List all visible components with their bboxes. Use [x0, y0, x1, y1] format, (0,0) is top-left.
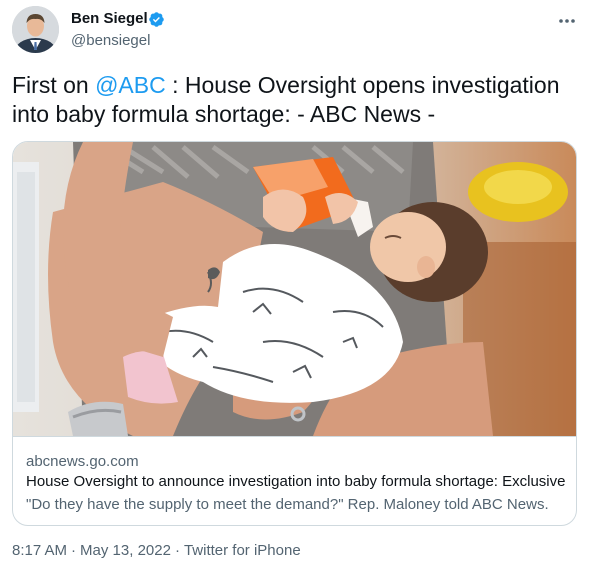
separator-dot: ·: [71, 542, 77, 559]
avatar-photo: [12, 6, 59, 53]
author-avatar[interactable]: [12, 6, 59, 53]
mention-link[interactable]: @ABC: [95, 72, 166, 98]
tweet-text-before: First on: [12, 72, 96, 98]
verified-badge-icon: [149, 12, 164, 27]
author-handle[interactable]: @bensiegel: [71, 32, 150, 49]
tweet-source[interactable]: Twitter for iPhone: [184, 542, 301, 559]
more-options-button[interactable]: [552, 8, 582, 34]
author-name[interactable]: Ben Siegel: [71, 10, 148, 27]
tweet: Ben Siegel @bensiegel First on @ABC : Ho…: [0, 0, 596, 570]
more-horizontal-icon: [559, 19, 575, 23]
tweet-time[interactable]: 8:17 AM: [12, 542, 67, 559]
tweet-date[interactable]: May 13, 2022: [80, 542, 171, 559]
timestamp-row: 8:17 AM · May 13, 2022 · Twitter for iPhone: [12, 542, 301, 559]
card-domain: abcnews.go.com: [26, 453, 139, 470]
tweet-text: First on @ABC : House Oversight opens in…: [12, 71, 584, 129]
card-image: [13, 142, 576, 436]
card-description: "Do they have the supply to meet the dem…: [26, 496, 549, 513]
card-title: House Oversight to announce investigatio…: [26, 473, 566, 490]
link-preview-card[interactable]: abcnews.go.com House Oversight to announ…: [12, 141, 577, 526]
separator-dot: ·: [174, 542, 180, 559]
card-divider: [13, 436, 576, 437]
